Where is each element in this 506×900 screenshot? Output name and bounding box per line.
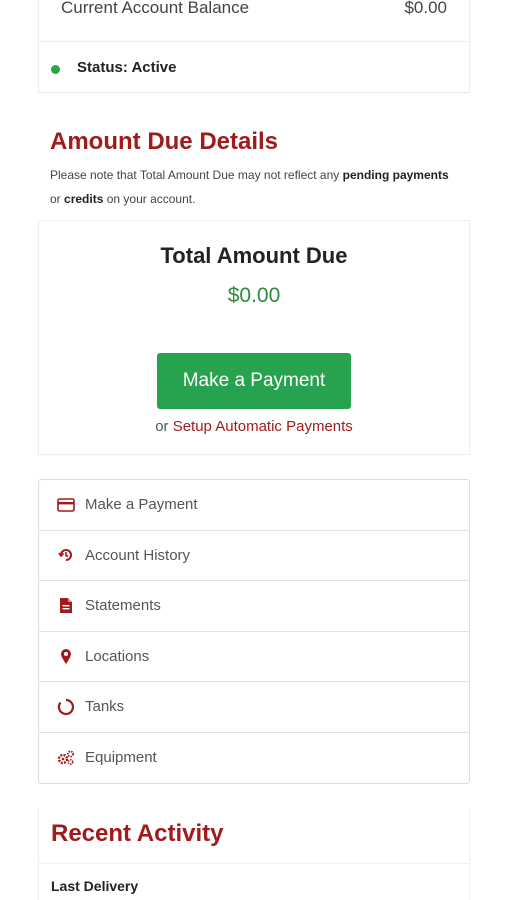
menu-label: Equipment bbox=[85, 749, 157, 767]
menu-item-account-history[interactable]: Account History bbox=[39, 531, 469, 581]
auto-pay-line: or Setup Automatic Payments bbox=[39, 418, 469, 435]
gears-icon bbox=[57, 749, 75, 767]
note-text-1: Please note that Total Amount Due may no… bbox=[50, 168, 343, 182]
recent-activity-section: Recent Activity Last Delivery bbox=[38, 808, 470, 900]
menu-label: Make a Payment bbox=[85, 496, 198, 514]
menu-item-tanks[interactable]: Tanks bbox=[39, 682, 469, 733]
or-text: or bbox=[155, 418, 173, 435]
menu-item-statements[interactable]: Statements bbox=[39, 581, 469, 632]
menu-label: Tanks bbox=[85, 698, 125, 716]
menu-label: Statements bbox=[85, 597, 161, 615]
setup-automatic-payments-link[interactable]: Setup Automatic Payments bbox=[173, 418, 353, 435]
balance-row: Current Account Balance $0.00 bbox=[39, 0, 469, 42]
total-amount-due-value: $0.00 bbox=[227, 284, 281, 307]
note-text-2: or bbox=[50, 192, 65, 206]
account-balance-card: Current Account Balance $0.00 Status: Ac… bbox=[38, 0, 470, 93]
menu-label: Locations bbox=[85, 647, 150, 665]
note-bold-credits: credits bbox=[64, 192, 104, 206]
menu-item-make-payment[interactable]: Make a Payment bbox=[39, 480, 469, 531]
last-delivery-label: Last Delivery bbox=[51, 878, 139, 894]
document-icon bbox=[57, 597, 75, 615]
history-icon bbox=[57, 546, 75, 564]
recent-divider bbox=[39, 863, 469, 864]
make-payment-button[interactable]: Make a Payment bbox=[157, 353, 351, 409]
note-bold-pending: pending payments bbox=[342, 168, 449, 182]
map-pin-icon bbox=[57, 647, 75, 665]
account-menu-list: Make a Payment Account History Statement… bbox=[38, 479, 470, 784]
total-amount-due-card: Total Amount Due $0.00 Make a Payment or… bbox=[38, 220, 470, 455]
menu-item-locations[interactable]: Locations bbox=[39, 632, 469, 682]
total-amount-due-title: Total Amount Due bbox=[160, 243, 348, 268]
recent-activity-title: Recent Activity bbox=[51, 820, 224, 847]
credit-card-icon bbox=[57, 496, 75, 514]
status-indicator-icon bbox=[51, 65, 60, 74]
menu-label: Account History bbox=[85, 546, 191, 564]
status-text: Status: Active bbox=[77, 59, 177, 76]
amount-due-details-title: Amount Due Details bbox=[50, 128, 279, 155]
menu-item-equipment[interactable]: Equipment bbox=[39, 733, 469, 784]
note-text-3: on your account. bbox=[103, 192, 196, 206]
balance-label: Current Account Balance bbox=[61, 0, 250, 17]
balance-value: $0.00 bbox=[404, 0, 447, 17]
amount-due-note: Please note that Total Amount Due may no… bbox=[50, 163, 450, 211]
tank-gauge-icon bbox=[57, 698, 75, 716]
